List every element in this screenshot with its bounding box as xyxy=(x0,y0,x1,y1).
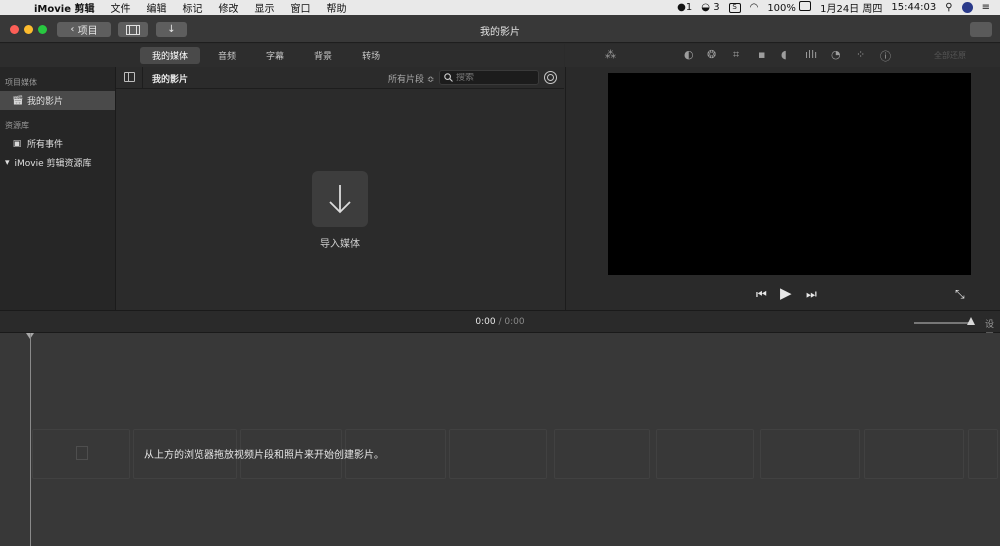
clip-filter-icon[interactable]: ⁘ xyxy=(856,48,865,61)
crop-icon[interactable]: ⌗ xyxy=(733,48,739,62)
arrow-down-icon xyxy=(329,185,351,214)
browser-tabs: 我的媒体 音频 字幕 背景 转场 xyxy=(116,44,564,67)
placeholder-clip xyxy=(760,429,860,479)
share-button[interactable] xyxy=(970,22,992,37)
spotlight-search-icon[interactable]: ⚲ xyxy=(945,2,952,13)
sidebar-toggle-icon[interactable] xyxy=(124,72,135,82)
playhead[interactable] xyxy=(30,333,31,546)
skip-back-icon[interactable]: ⏮︎ xyxy=(756,287,767,302)
zoom-slider-thumb[interactable] xyxy=(967,317,975,325)
info-icon[interactable]: ⓘ xyxy=(880,48,891,64)
disclosure-triangle-icon[interactable]: ▾ xyxy=(5,158,10,168)
search-input[interactable] xyxy=(456,72,536,83)
import-media-label: 导入媒体 xyxy=(320,239,360,250)
video-preview xyxy=(608,73,971,275)
total-time: 0:00 xyxy=(504,317,525,327)
wechat-status[interactable]: ◒ 3 xyxy=(701,2,719,13)
tab-transitions[interactable]: 转场 xyxy=(350,47,392,64)
magic-wand-icon[interactable]: ⁂ xyxy=(605,48,616,61)
viewer-panel: ⏮︎ ▶ ⏭︎ ⤡ xyxy=(565,67,1000,310)
adjustment-toolbar: ⁂ ◐ ❂ ⌗ ▪ ◖ ıllı ◔ ⁘ ⓘ 全部还原 xyxy=(565,44,1000,67)
play-icon[interactable]: ▶ xyxy=(780,284,792,302)
skip-forward-icon[interactable]: ⏭︎ xyxy=(806,287,817,302)
stabilization-icon[interactable]: ▪ xyxy=(758,48,765,61)
battery-status[interactable]: 100% xyxy=(767,1,812,14)
volume-icon[interactable]: ◖ xyxy=(781,48,787,61)
timeline-header: 0:00 / 0:00 设置 xyxy=(0,310,1000,343)
film-placeholder-icon xyxy=(76,446,88,460)
date-text[interactable]: 1月24日 周四 xyxy=(820,0,882,15)
menu-window[interactable]: 窗口 xyxy=(282,0,318,15)
divider xyxy=(142,67,143,89)
tab-titles[interactable]: 字幕 xyxy=(254,47,296,64)
menu-file[interactable]: 文件 xyxy=(102,0,138,15)
notification-center-icon[interactable]: ≡ xyxy=(982,2,990,13)
window-title: 我的影片 xyxy=(480,27,520,38)
battery-icon xyxy=(799,1,812,11)
sidebar-header xyxy=(0,44,116,67)
chat-bubble-icon: ◒ xyxy=(701,2,711,13)
status-area: ●1 ◒ 3 S ◠ 100% 1月24日 周四 15:44:03 ⚲ ≡ xyxy=(677,0,1000,15)
zoom-slider-track[interactable] xyxy=(914,322,970,324)
menu-bar: iMovie 剪辑 文件 编辑 标记 修改 显示 窗口 帮助 ●1 ◒ 3 S … xyxy=(0,0,1000,15)
gear-icon[interactable] xyxy=(544,71,557,84)
menu-mark[interactable]: 标记 xyxy=(174,0,210,15)
time-text[interactable]: 15:44:03 xyxy=(891,2,936,13)
placeholder-clip xyxy=(864,429,964,479)
placeholder-clip xyxy=(656,429,754,479)
menu-modify[interactable]: 修改 xyxy=(210,0,246,15)
browser-title: 我的影片 xyxy=(152,75,189,85)
clip-filter-select[interactable]: 所有片段 ≎ xyxy=(388,72,434,85)
star-box-icon: ▣ xyxy=(12,138,22,149)
siri-icon[interactable] xyxy=(961,2,973,13)
library-sidebar: 项目媒体 🎬︎ 我的影片 资源库 ▣ 所有事件 ▾ iMovie 剪辑资源库 xyxy=(0,67,116,310)
browser-header: 我的影片 所有片段 ≎ xyxy=(116,67,564,89)
menu-view[interactable]: 显示 xyxy=(246,0,282,15)
current-time: 0:00 xyxy=(475,317,496,327)
time-separator: / xyxy=(498,317,502,327)
placeholder-clip xyxy=(449,429,547,479)
project-media-section: 项目媒体 xyxy=(5,78,37,87)
search-icon xyxy=(444,73,453,82)
noise-reduction-icon[interactable]: ıllı xyxy=(805,48,817,61)
sidebar-item-imovie-library[interactable]: ▾ iMovie 剪辑资源库 xyxy=(0,153,115,172)
placeholder-clip xyxy=(968,429,998,479)
qq-status[interactable]: ●1 xyxy=(677,2,692,13)
menu-edit[interactable]: 编辑 xyxy=(138,0,174,15)
sidebar-item-all-events[interactable]: ▣ 所有事件 xyxy=(0,134,115,153)
tab-backgrounds[interactable]: 背景 xyxy=(302,47,344,64)
timeline-hint-text: 从上方的浏览器拖放视频片段和照片来开始创建影片。 xyxy=(144,450,384,461)
color-balance-icon[interactable]: ◐ xyxy=(684,48,694,61)
timecode: 0:00 / 0:00 xyxy=(0,317,1000,327)
wifi-icon[interactable]: ◠ xyxy=(750,2,759,13)
timeline[interactable]: 从上方的浏览器拖放视频片段和照片来开始创建影片。 xyxy=(0,333,1000,546)
sidebar-item-my-movie[interactable]: 🎬︎ 我的影片 xyxy=(0,91,115,110)
menu-app-name[interactable]: iMovie 剪辑 xyxy=(26,0,102,15)
tab-audio[interactable]: 音频 xyxy=(206,47,248,64)
window-titlebar: ‹ 项目 ↓ 我的影片 xyxy=(0,15,1000,43)
libraries-section: 资源库 xyxy=(5,121,29,130)
tab-my-media[interactable]: 我的媒体 xyxy=(140,47,201,64)
reset-all-button[interactable]: 全部还原 xyxy=(934,50,966,61)
search-box[interactable] xyxy=(439,70,539,85)
speed-icon[interactable]: ◔ xyxy=(831,48,841,61)
color-correction-icon[interactable]: ❂ xyxy=(707,48,716,61)
penguin-icon: ● xyxy=(677,2,686,13)
clapperboard-icon: 🎬︎ xyxy=(12,95,24,106)
menu-help[interactable]: 帮助 xyxy=(318,0,354,15)
import-media-button[interactable] xyxy=(312,171,368,227)
app-s-icon[interactable]: S xyxy=(728,2,741,13)
placeholder-clip xyxy=(554,429,650,479)
media-browser: 导入媒体 xyxy=(116,89,564,310)
fullscreen-icon[interactable]: ⤡ xyxy=(955,287,965,302)
